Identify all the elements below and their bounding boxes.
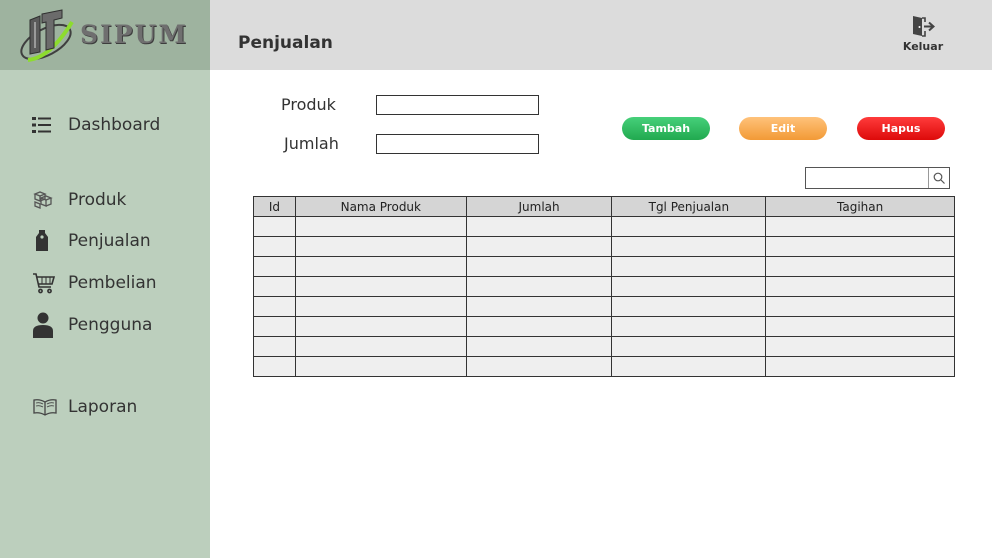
jumlah-label: Jumlah bbox=[284, 134, 339, 153]
cart-icon bbox=[32, 271, 58, 295]
table-cell bbox=[465, 276, 613, 297]
add-button[interactable]: Tambah bbox=[622, 117, 710, 140]
table-cell bbox=[294, 256, 467, 277]
sidebar-item-laporan[interactable]: Laporan bbox=[32, 395, 137, 419]
table-header-row: Id Nama Produk Jumlah Tgl Penjualan Tagi… bbox=[253, 196, 955, 217]
table-cell bbox=[611, 276, 767, 297]
page-title: Penjualan bbox=[238, 33, 333, 53]
column-header-tagihan[interactable]: Tagihan bbox=[765, 196, 955, 217]
table-cell bbox=[465, 316, 613, 337]
table-cell bbox=[611, 236, 767, 257]
table-cell bbox=[294, 316, 467, 337]
table-cell bbox=[294, 336, 467, 357]
table-cell bbox=[465, 216, 613, 237]
jumlah-input[interactable] bbox=[376, 134, 539, 154]
table-row[interactable] bbox=[253, 336, 955, 357]
logo-emblem-icon bbox=[20, 9, 74, 62]
column-header-jumlah[interactable]: Jumlah bbox=[465, 196, 613, 217]
edit-button[interactable]: Edit bbox=[739, 117, 827, 140]
table-cell bbox=[465, 256, 613, 277]
table-cell bbox=[253, 216, 296, 237]
table-cell bbox=[765, 276, 955, 297]
table-cell bbox=[253, 356, 296, 377]
table-row[interactable] bbox=[253, 356, 955, 377]
logout-label: Keluar bbox=[902, 40, 944, 53]
table-row[interactable] bbox=[253, 256, 955, 277]
table-cell bbox=[253, 236, 296, 257]
table-cell bbox=[253, 316, 296, 337]
table-cell bbox=[253, 256, 296, 277]
table-row[interactable] bbox=[253, 276, 955, 297]
logo[interactable]: SIPUM bbox=[0, 0, 210, 70]
sidebar-item-label: Dashboard bbox=[68, 115, 161, 135]
table-cell bbox=[253, 336, 296, 357]
sidebar-item-label: Laporan bbox=[68, 397, 138, 417]
exit-door-icon bbox=[913, 16, 936, 37]
column-header-tgl-penjualan[interactable]: Tgl Penjualan bbox=[611, 196, 767, 217]
sales-table: Id Nama Produk Jumlah Tgl Penjualan Tagi… bbox=[253, 196, 955, 377]
sidebar-item-label: Pengguna bbox=[68, 315, 153, 335]
table-cell bbox=[294, 236, 467, 257]
boxes-icon bbox=[32, 188, 58, 212]
table-cell bbox=[294, 216, 467, 237]
search-input[interactable] bbox=[806, 168, 928, 188]
sidebar-item-penjualan[interactable]: Penjualan bbox=[32, 229, 151, 253]
table-cell bbox=[465, 236, 613, 257]
sidebar-item-pengguna[interactable]: Pengguna bbox=[32, 312, 153, 338]
table-cell bbox=[611, 296, 767, 317]
table-cell bbox=[465, 336, 613, 357]
table-cell bbox=[294, 296, 467, 317]
search-box bbox=[805, 167, 950, 189]
table-cell bbox=[253, 276, 296, 297]
table-cell bbox=[765, 216, 955, 237]
search-icon[interactable] bbox=[928, 168, 949, 188]
table-cell bbox=[465, 356, 613, 377]
column-header-nama-produk[interactable]: Nama Produk bbox=[294, 196, 467, 217]
table-cell bbox=[611, 356, 767, 377]
table-cell bbox=[611, 256, 767, 277]
sidebar-item-dashboard[interactable]: Dashboard bbox=[32, 113, 160, 137]
table-cell bbox=[465, 296, 613, 317]
produk-label: Produk bbox=[281, 95, 336, 114]
table-row[interactable] bbox=[253, 296, 955, 317]
table-cell bbox=[294, 276, 467, 297]
sidebar-item-pembelian[interactable]: Pembelian bbox=[32, 271, 157, 295]
table-cell bbox=[765, 236, 955, 257]
column-header-id[interactable]: Id bbox=[253, 196, 296, 217]
produk-input[interactable] bbox=[376, 95, 539, 115]
open-book-icon bbox=[32, 395, 58, 419]
sidebar-item-label: Penjualan bbox=[68, 231, 151, 251]
table-row[interactable] bbox=[253, 216, 955, 237]
table-cell bbox=[611, 316, 767, 337]
sidebar-item-produk[interactable]: Produk bbox=[32, 188, 126, 212]
sidebar-item-label: Pembelian bbox=[68, 273, 157, 293]
table-cell bbox=[294, 356, 467, 377]
user-icon bbox=[32, 312, 58, 338]
table-cell bbox=[611, 336, 767, 357]
table-cell bbox=[765, 296, 955, 317]
table-cell bbox=[765, 316, 955, 337]
table-cell bbox=[765, 356, 955, 377]
table-row[interactable] bbox=[253, 236, 955, 257]
table-row[interactable] bbox=[253, 316, 955, 337]
table-cell bbox=[611, 216, 767, 237]
table-cell bbox=[253, 296, 296, 317]
price-tag-icon bbox=[32, 229, 58, 253]
table-cell bbox=[765, 336, 955, 357]
delete-button[interactable]: Hapus bbox=[857, 117, 945, 140]
table-cell bbox=[765, 256, 955, 277]
list-icon bbox=[32, 113, 58, 137]
logout-button[interactable]: Keluar bbox=[896, 14, 950, 60]
sidebar-item-label: Produk bbox=[68, 190, 127, 210]
app-name: SIPUM bbox=[80, 20, 189, 49]
